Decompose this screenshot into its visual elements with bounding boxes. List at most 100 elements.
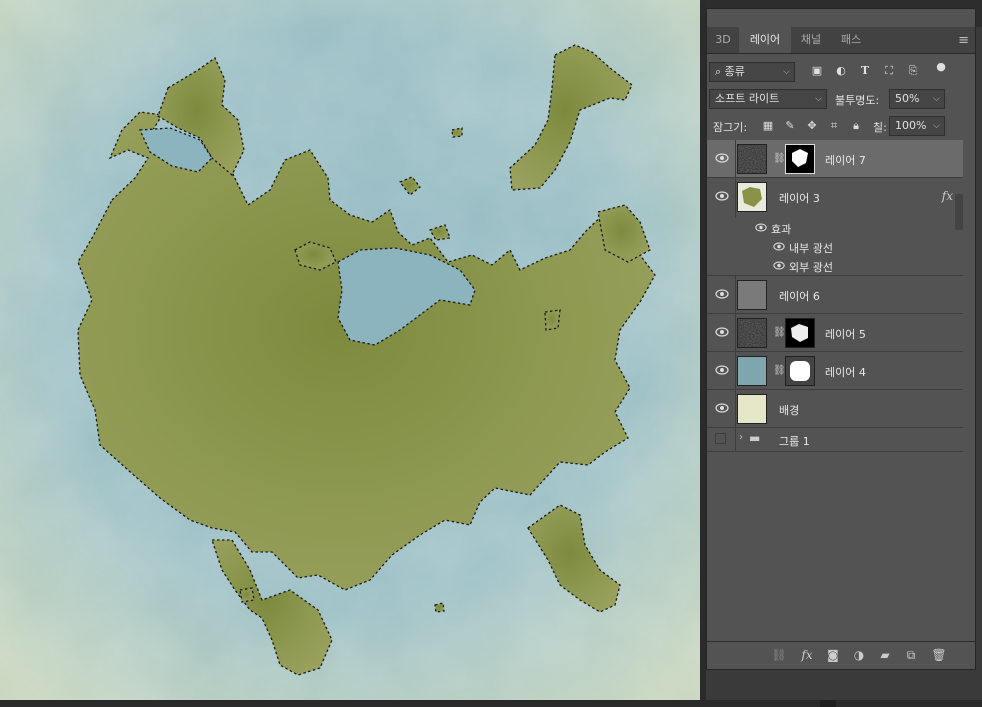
- lock-label: 잠그기:: [713, 121, 748, 134]
- row-divider: [735, 390, 736, 427]
- trash-icon[interactable]: 🗑︎: [931, 647, 947, 663]
- link-icon[interactable]: ⛓: [773, 365, 786, 376]
- layer-thumbnail: [737, 280, 767, 310]
- folder-icon[interactable]: ▰: [877, 647, 893, 663]
- layer-thumbnail: [737, 144, 767, 174]
- row-divider: [735, 178, 736, 218]
- new-layer-icon[interactable]: ⧉: [903, 647, 919, 663]
- visibility-eye-icon[interactable]: [715, 289, 729, 299]
- noise-thumb-icon: [738, 145, 766, 173]
- fill-value: 100%: [895, 119, 927, 132]
- visibility-eye-icon[interactable]: [715, 153, 729, 163]
- layer-name[interactable]: 레이어 5: [825, 326, 866, 342]
- layer-row-6[interactable]: 레이어 6: [707, 276, 963, 314]
- image-filter-icon[interactable]: ▣: [809, 63, 825, 79]
- type-filter-icon[interactable]: T: [857, 63, 873, 79]
- row-divider: [735, 428, 736, 451]
- tab-channels[interactable]: 채널: [793, 27, 829, 53]
- mask-icon[interactable]: ◙: [825, 647, 841, 663]
- effects-label: 효과: [771, 223, 792, 236]
- layer-name[interactable]: 레이어 6: [779, 288, 820, 304]
- mask-shape-icon: [792, 149, 808, 167]
- layers-panel: 3D 레이어 채널 패스 ≡ ⌕ 종류 ⌵ ▣ ◐ T ⛶ ⎘ ● 소프트 라이…: [706, 8, 976, 670]
- opacity-value: 50%: [895, 92, 920, 105]
- visibility-eye-icon[interactable]: [773, 261, 785, 270]
- adjustment-icon[interactable]: ◑: [851, 647, 867, 663]
- layer-mask-thumbnail[interactable]: [785, 144, 815, 174]
- layer-row-5[interactable]: ⛓ 레이어 5: [707, 314, 963, 352]
- panel-menu-icon[interactable]: ≡: [958, 33, 969, 48]
- effect-name: 외부 광선: [789, 261, 833, 274]
- map-artwork: [0, 0, 700, 700]
- blend-mode-value: 소프트 라이트: [715, 92, 780, 105]
- visibility-eye-icon[interactable]: [715, 191, 729, 201]
- layer-name[interactable]: 레이어 4: [825, 364, 866, 380]
- chevron-down-icon: ⌵: [933, 121, 940, 131]
- layer-row-4[interactable]: ⛓ 레이어 4: [707, 352, 963, 390]
- land-thumb-icon: [742, 187, 762, 207]
- link-icon[interactable]: ⛓: [773, 153, 786, 164]
- lock-artboard-icon[interactable]: ⌗: [827, 119, 841, 133]
- link-icon[interactable]: ⛓: [771, 647, 787, 663]
- noise-thumb-icon: [738, 319, 766, 347]
- row-divider: [735, 314, 736, 351]
- row-divider: [735, 352, 736, 389]
- blend-mode-select[interactable]: 소프트 라이트 ⌵: [709, 89, 827, 109]
- visibility-eye-icon[interactable]: [773, 242, 785, 251]
- effects-row[interactable]: 효과: [707, 218, 963, 237]
- visibility-empty-icon[interactable]: [715, 433, 726, 444]
- filter-kind-value: 종류: [724, 65, 745, 78]
- folder-icon: ▬: [749, 431, 761, 445]
- lock-all-icon[interactable]: 🔒︎: [849, 119, 863, 133]
- link-icon[interactable]: ⛓: [773, 327, 786, 338]
- panel-tabs: 3D 레이어 채널 패스 ≡: [707, 27, 975, 54]
- visibility-eye-icon[interactable]: [715, 365, 729, 375]
- panel-bottom-toolbar: ⛓ fx ◙ ◑ ▰ ⧉ 🗑︎: [707, 641, 975, 668]
- fx-icon[interactable]: fx: [799, 647, 815, 663]
- visibility-eye-icon[interactable]: [715, 403, 729, 413]
- lock-pixels-icon[interactable]: ▦: [761, 119, 775, 133]
- strip-block: [820, 700, 836, 707]
- mask-shape-icon: [790, 361, 810, 381]
- fill-input[interactable]: 100% ⌵: [889, 116, 945, 136]
- layer-row-3[interactable]: 레이어 3 fx: [707, 178, 963, 218]
- tab-layers[interactable]: 레이어: [739, 27, 791, 53]
- layer-name[interactable]: 배경: [779, 402, 799, 418]
- mask-shape-icon: [791, 324, 808, 342]
- shape-filter-icon[interactable]: ⛶: [881, 63, 897, 79]
- smart-filter-icon[interactable]: ⎘: [905, 63, 921, 79]
- layer-mask-thumbnail[interactable]: [785, 318, 815, 348]
- layer-name[interactable]: 레이어 3: [779, 190, 820, 206]
- fx-icon[interactable]: fx: [942, 189, 953, 203]
- visibility-eye-icon[interactable]: [715, 327, 729, 337]
- lock-move-icon[interactable]: ✥: [805, 119, 819, 133]
- layer-row-7[interactable]: ⛓ 레이어 7: [707, 140, 963, 178]
- layer-mask-thumbnail[interactable]: [785, 356, 815, 386]
- layer-row-group-1[interactable]: › ▬ 그룹 1: [707, 428, 963, 452]
- tab-paths[interactable]: 패스: [831, 27, 871, 53]
- visibility-eye-icon[interactable]: [755, 223, 767, 232]
- chevron-right-icon[interactable]: ›: [739, 432, 743, 443]
- filter-toggle-icon[interactable]: ●: [933, 59, 949, 75]
- chevron-down-icon: ⌵: [933, 94, 940, 104]
- layer-thumbnail: [737, 182, 767, 212]
- opacity-input[interactable]: 50% ⌵: [889, 89, 945, 109]
- chevron-down-icon: ⌵: [783, 67, 790, 77]
- document-canvas[interactable]: [0, 0, 700, 700]
- lock-brush-icon[interactable]: ✎: [783, 119, 797, 133]
- effect-inner-glow-row[interactable]: 내부 광선: [707, 237, 963, 256]
- row-divider: [735, 276, 736, 313]
- layer-list: ⛓ 레이어 7 레이어 3 fx 효과 내부 광선 외부 광선 레이어 6 ⛓ …: [707, 140, 967, 455]
- adjustment-filter-icon[interactable]: ◐: [833, 63, 849, 79]
- filter-kind-select[interactable]: ⌕ 종류 ⌵: [709, 62, 795, 82]
- chevron-down-icon: ⌵: [815, 94, 822, 104]
- fill-label: 칠:: [873, 121, 887, 134]
- effect-name: 내부 광선: [789, 242, 833, 255]
- layer-name[interactable]: 그룹 1: [779, 433, 810, 449]
- filter-row: ⌕ 종류 ⌵ ▣ ◐ T ⛶ ⎘ ●: [707, 59, 975, 83]
- layer-scrollbar[interactable]: [955, 194, 963, 230]
- tab-3d[interactable]: 3D: [707, 27, 739, 53]
- layer-row-background[interactable]: 배경: [707, 390, 963, 428]
- layer-name[interactable]: 레이어 7: [825, 152, 866, 168]
- effect-outer-glow-row[interactable]: 외부 광선: [707, 256, 963, 276]
